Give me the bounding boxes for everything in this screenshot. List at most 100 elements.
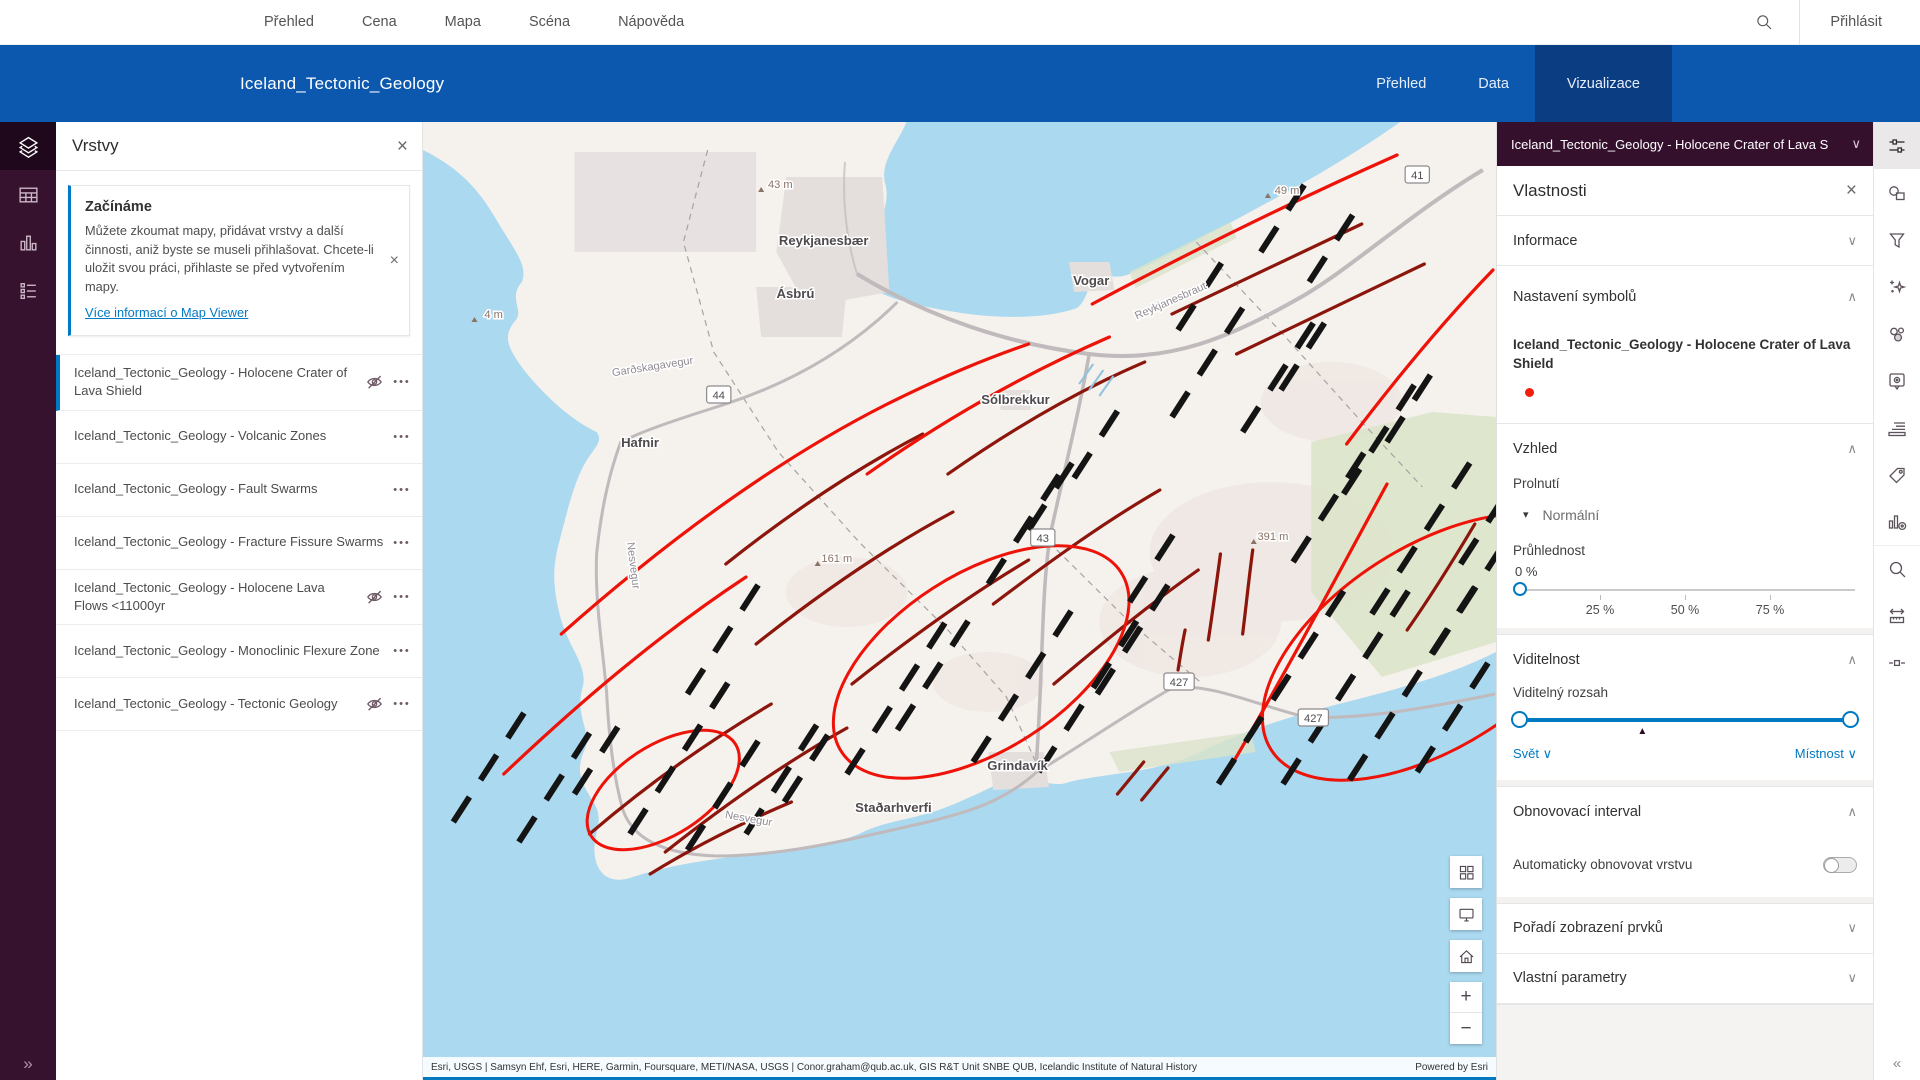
right-rail-fields-button[interactable] [1874, 404, 1920, 451]
layer-options-ellipsis-button[interactable]: ••• [390, 478, 414, 502]
basemap-svg: ReykjanesbærVogarÁsbrúSólbrekkurHafnirGr… [423, 122, 1496, 1080]
right-rail-scale-range-button[interactable] [1874, 592, 1920, 639]
top-nav-items: PřehledCenaMapaScénaNápověda [240, 14, 708, 30]
section-symbology[interactable]: Nastavení symbolů ∧ [1497, 272, 1873, 322]
symbol-layer-name: Iceland_Tectonic_Geology - Holocene Crat… [1513, 336, 1857, 374]
left-rail-table-button[interactable] [0, 170, 56, 218]
close-layers-panel-button[interactable]: × [397, 137, 408, 156]
eye-hidden-icon [365, 696, 384, 712]
right-rail-filter-button[interactable] [1874, 216, 1920, 263]
range-track[interactable] [1515, 718, 1855, 722]
map-home-button[interactable] [1450, 940, 1482, 972]
sign-in-link[interactable]: Přihlásit [1800, 14, 1920, 30]
top-nav-item-cena[interactable]: Cena [338, 14, 421, 30]
charts-icon [17, 231, 40, 254]
zoom-control: + − [1450, 982, 1482, 1044]
layer-list-item[interactable]: Iceland_Tectonic_Geology - Monoclinic Fl… [56, 625, 422, 678]
layer-name: Iceland_Tectonic_Geology - Fault Swarms [74, 480, 390, 498]
right-rail-aggregation-button[interactable] [1874, 310, 1920, 357]
range-max-dropdown[interactable]: Místnost ∨ [1795, 746, 1857, 762]
informace-label: Informace [1513, 233, 1577, 249]
right-rail-styles-button[interactable] [1874, 169, 1920, 216]
zoom-in-button[interactable]: + [1450, 982, 1482, 1013]
right-rail-chart-config-button[interactable] [1874, 498, 1920, 545]
section-refresh[interactable]: Obnovovací interval ∧ [1497, 787, 1873, 837]
layer-list-item[interactable]: Iceland_Tectonic_Geology - Holocene Lava… [56, 570, 422, 625]
map-tiles-button[interactable] [1450, 856, 1482, 888]
layer-options-ellipsis-button[interactable]: ••• [390, 585, 414, 609]
point-symbol-swatch[interactable] [1525, 388, 1534, 397]
layer-selector-dropdown[interactable]: Iceland_Tectonic_Geology - Holocene Crat… [1497, 122, 1873, 166]
section-visibility[interactable]: Viditelnost ∧ [1497, 635, 1873, 685]
layer-options-ellipsis-button[interactable]: ••• [390, 639, 414, 663]
layer-list-item[interactable]: Iceland_Tectonic_Geology - Volcanic Zone… [56, 411, 422, 464]
close-card-icon[interactable]: × [390, 252, 399, 270]
auto-refresh-label: Automaticky obnovovat vrstvu [1513, 857, 1692, 872]
left-rail-charts-button[interactable] [0, 218, 56, 266]
layer-list-item[interactable]: Iceland_Tectonic_Geology - Fault Swarms•… [56, 464, 422, 517]
search-button[interactable] [1729, 13, 1799, 31]
tab-data[interactable]: Data [1452, 45, 1535, 122]
left-rail-layers-button[interactable] [0, 122, 56, 170]
slider-track[interactable]: 25 % 50 % 75 % [1515, 589, 1855, 591]
tab-vizualizace[interactable]: Vizualizace [1535, 45, 1672, 122]
attribution-bar: Esri, USGS | Samsyn Ehf, Esri, HERE, Gar… [423, 1057, 1496, 1077]
map-canvas[interactable]: ReykjanesbærVogarÁsbrúSólbrekkurHafnirGr… [423, 122, 1496, 1080]
layer-list-item[interactable]: Iceland_Tectonic_Geology - Tectonic Geol… [56, 678, 422, 731]
close-properties-button[interactable]: × [1846, 181, 1857, 200]
road-shield: 427 [1298, 709, 1328, 726]
section-draw-order[interactable]: Pořadí zobrazení prvků ∨ [1497, 904, 1873, 954]
map-viewer-info-link[interactable]: Více informací o Map Viewer [85, 305, 248, 320]
visible-range-slider[interactable]: ▲ [1515, 710, 1855, 744]
slider-handle[interactable] [1513, 582, 1527, 596]
town-label: Hafnir [621, 435, 659, 450]
fields-icon [1886, 417, 1908, 439]
layer-options-ellipsis-button[interactable]: ••• [390, 370, 414, 394]
layers-panel: Vrstvy × Začínáme Můžete zkoumat mapy, p… [56, 122, 423, 1080]
right-rail-search-button[interactable] [1874, 545, 1920, 592]
range-min-dropdown[interactable]: Svět ∨ [1513, 746, 1552, 762]
right-rail-center-button[interactable] [1874, 639, 1920, 686]
layer-list-item[interactable]: Iceland_Tectonic_Geology - Holocene Crat… [56, 355, 422, 410]
layer-visibility-button[interactable] [362, 370, 386, 394]
layer-visibility-button[interactable] [362, 692, 386, 716]
chevron-down-icon: ∨ [1847, 920, 1857, 936]
zoom-out-button[interactable]: − [1450, 1013, 1482, 1044]
layer-list-item[interactable]: Iceland_Tectonic_Geology - Fracture Fiss… [56, 517, 422, 570]
layer-options-ellipsis-button[interactable]: ••• [390, 531, 414, 555]
tab-přehled[interactable]: Přehled [1350, 45, 1452, 122]
transparency-slider[interactable]: 0 % 25 % 50 % 75 % [1515, 564, 1855, 626]
map-monitor-button[interactable] [1450, 898, 1482, 930]
section-divider [1497, 780, 1873, 787]
range-handle-max[interactable] [1842, 711, 1859, 728]
layer-options-ellipsis-button[interactable]: ••• [390, 425, 414, 449]
right-rail-effects-button[interactable] [1874, 263, 1920, 310]
blending-label: Prolnutí [1513, 476, 1857, 491]
range-handle-min[interactable] [1511, 711, 1528, 728]
draw-order-label: Pořadí zobrazení prvků [1513, 920, 1663, 936]
auto-refresh-toggle[interactable] [1823, 857, 1857, 873]
tick-label-25: 25 % [1586, 603, 1615, 617]
blend-mode-dropdown[interactable]: ▾ Normální [1523, 507, 1857, 523]
left-toolbar: » [0, 122, 56, 1080]
top-nav-item-scéna[interactable]: Scéna [505, 14, 594, 30]
top-nav-item-nápověda[interactable]: Nápověda [594, 14, 708, 30]
collapse-panel-button[interactable]: « [1874, 1055, 1920, 1072]
top-nav-item-mapa[interactable]: Mapa [421, 14, 505, 30]
layer-visibility-button[interactable] [362, 585, 386, 609]
expand-panel-button[interactable]: » [0, 1054, 56, 1074]
right-rail-labels-button[interactable] [1874, 451, 1920, 498]
right-rail-popups-button[interactable] [1874, 357, 1920, 404]
layer-options-ellipsis-button[interactable]: ••• [390, 692, 414, 716]
section-informace[interactable]: Informace ∨ [1497, 216, 1873, 266]
left-rail-legend-button[interactable] [0, 266, 56, 314]
top-nav-item-přehled[interactable]: Přehled [240, 14, 338, 30]
section-custom-params[interactable]: Vlastní parametry ∨ [1497, 954, 1873, 1004]
layer-name: Iceland_Tectonic_Geology - Fracture Fiss… [74, 533, 390, 551]
layer-name: Iceland_Tectonic_Geology - Monoclinic Fl… [74, 642, 390, 660]
powered-by-esri: Powered by Esri [1415, 1062, 1488, 1073]
section-divider [1497, 628, 1873, 635]
right-rail-properties-button[interactable] [1874, 122, 1920, 169]
section-appearance[interactable]: Vzhled ∧ [1497, 424, 1873, 474]
labels-icon [1886, 464, 1908, 486]
